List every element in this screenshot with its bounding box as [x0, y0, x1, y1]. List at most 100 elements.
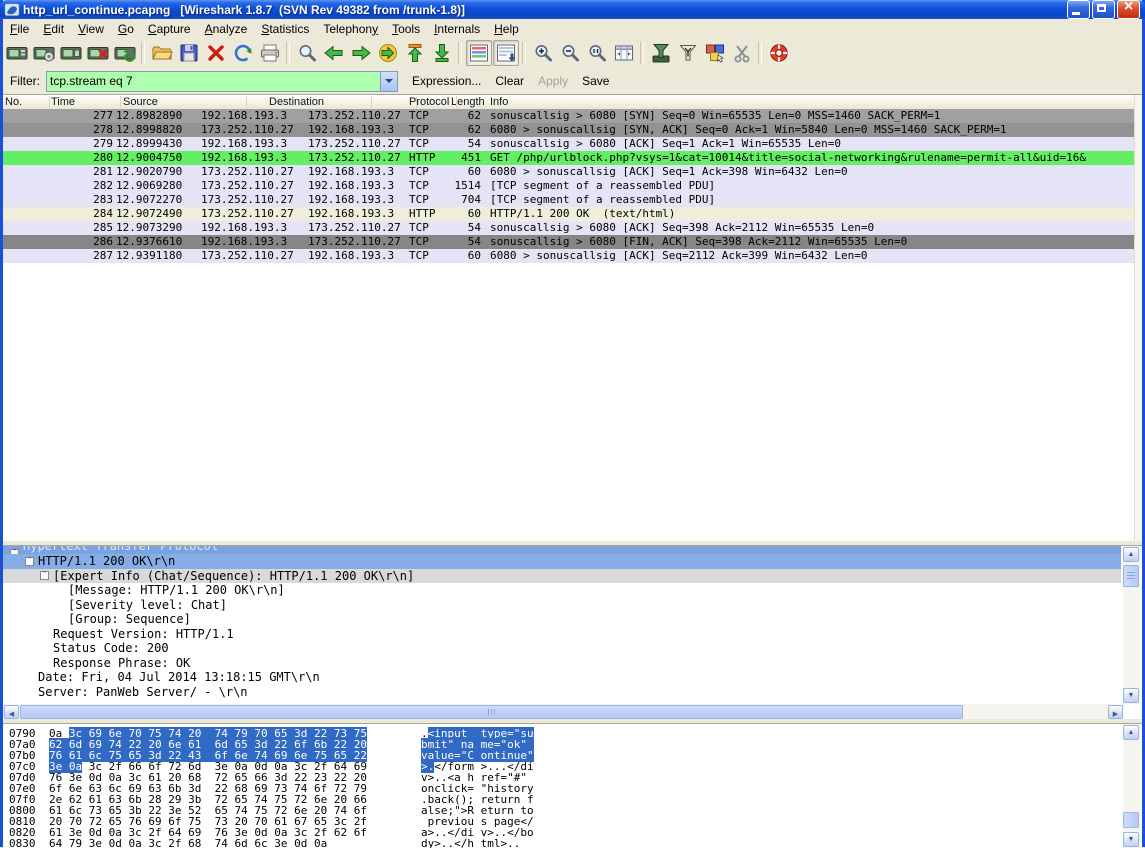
column-header-source[interactable]: Source	[123, 96, 158, 108]
column-header-no[interactable]: No.	[5, 96, 22, 108]
detail-row[interactable]: Response Phrase: OK	[3, 656, 1121, 671]
print-button[interactable]	[257, 40, 283, 66]
capture-options-button[interactable]	[31, 40, 57, 66]
go-back-button[interactable]	[321, 40, 347, 66]
scroll-down-arrow-icon[interactable]	[1123, 688, 1139, 703]
scroll-left-arrow-icon[interactable]	[4, 705, 19, 719]
zoom-in-button[interactable]	[530, 40, 556, 66]
details-horizontal-scrollbar[interactable]	[3, 704, 1124, 720]
filter-label[interactable]: Filter:	[10, 74, 40, 88]
scroll-right-arrow-icon[interactable]	[1108, 705, 1123, 719]
menu-edit[interactable]: Edit	[36, 20, 71, 38]
filter-input[interactable]	[47, 72, 380, 91]
details-vscroll-thumb[interactable]	[1123, 565, 1139, 587]
go-forward-button[interactable]	[348, 40, 374, 66]
packet-row-281[interactable]: 28112.9020790173.252.110.27192.168.193.3…	[3, 165, 1139, 179]
menu-go[interactable]: Go	[111, 20, 141, 38]
detail-row[interactable]: Server: PanWeb Server/ - \r\n	[3, 685, 1121, 700]
reload-button[interactable]	[230, 40, 256, 66]
capture-filters-button[interactable]	[648, 40, 674, 66]
cell-src: 173.252.110.27	[201, 165, 294, 179]
filter-dropdown-arrow-icon[interactable]	[380, 72, 397, 91]
capture-start-button[interactable]	[58, 40, 84, 66]
hex-scroll-up-arrow-icon[interactable]	[1123, 725, 1139, 740]
column-separator[interactable]	[49, 96, 50, 108]
detail-row[interactable]: [Group: Sequence]	[3, 612, 1121, 627]
close-button[interactable]	[1117, 0, 1140, 19]
column-separator[interactable]	[120, 96, 121, 108]
resize-columns-button[interactable]	[611, 40, 637, 66]
menu-view[interactable]: View	[71, 20, 111, 38]
menu-help[interactable]: Help	[487, 20, 526, 38]
packet-row-280[interactable]: 28012.9004750192.168.193.3173.252.110.27…	[3, 151, 1139, 165]
packet-details-pane: Hypertext Transfer ProtocolHTTP/1.1 200 …	[3, 545, 1142, 720]
filter-save-button[interactable]: Save	[582, 74, 609, 88]
hex-vertical-scrollbar[interactable]	[1123, 724, 1140, 848]
details-vertical-scrollbar[interactable]	[1123, 546, 1140, 704]
packet-row-285[interactable]: 28512.9073290192.168.193.3173.252.110.27…	[3, 221, 1139, 235]
menu-tools[interactable]: Tools	[385, 20, 427, 38]
detail-row[interactable]: [Expert Info (Chat/Sequence): HTTP/1.1 2…	[3, 569, 1121, 584]
go-to-bottom-button[interactable]	[429, 40, 455, 66]
titlebar[interactable]: http_url_continue.pcapng [Wireshark 1.8.…	[0, 0, 1145, 19]
menu-capture[interactable]: Capture	[141, 20, 198, 38]
file-save-button[interactable]	[176, 40, 202, 66]
capture-restart-button[interactable]	[112, 40, 138, 66]
column-separator[interactable]	[246, 96, 247, 108]
file-close-button[interactable]	[203, 40, 229, 66]
detail-row[interactable]: [Message: HTTP/1.1 200 OK\r\n]	[3, 583, 1121, 598]
packet-row-287[interactable]: 28712.9391180173.252.110.27192.168.193.3…	[3, 249, 1139, 263]
hex-vscroll-thumb[interactable]	[1123, 812, 1139, 828]
filter-expression-button[interactable]: Expression...	[412, 74, 481, 88]
column-header-time[interactable]: Time	[51, 96, 75, 108]
packet-row-286[interactable]: 28612.9376610192.168.193.3173.252.110.27…	[3, 235, 1139, 249]
zoom-100-button[interactable]	[584, 40, 610, 66]
packet-row-279[interactable]: 27912.8999430192.168.193.3173.252.110.27…	[3, 137, 1139, 151]
cell-info: sonuscallsig > 6080 [ACK] Seq=1 Ack=1 Wi…	[490, 137, 1137, 151]
packet-row-278[interactable]: 27812.8998820173.252.110.27192.168.193.3…	[3, 123, 1139, 137]
preferences-button[interactable]	[729, 40, 755, 66]
zoom-out-button[interactable]	[557, 40, 583, 66]
hex-scroll-down-arrow-icon[interactable]	[1123, 832, 1139, 847]
column-separator[interactable]	[416, 96, 417, 108]
packet-row-284[interactable]: 28412.9072490173.252.110.27192.168.193.3…	[3, 207, 1139, 221]
menu-internals[interactable]: Internals	[427, 20, 487, 38]
packet-list-scroll-track[interactable]	[1134, 95, 1142, 542]
maximize-button[interactable]	[1092, 0, 1115, 19]
file-open-button[interactable]	[149, 40, 175, 66]
help-button[interactable]	[766, 40, 792, 66]
capture-interfaces-button[interactable]	[4, 40, 30, 66]
column-separator[interactable]	[371, 96, 372, 108]
detail-row[interactable]: Date: Fri, 04 Jul 2014 13:18:15 GMT\r\n	[3, 670, 1121, 685]
packet-row-282[interactable]: 28212.9069280173.252.110.27192.168.193.3…	[3, 179, 1139, 193]
go-to-top-button[interactable]	[402, 40, 428, 66]
menu-statistics[interactable]: Statistics	[254, 20, 316, 38]
go-to-packet-button[interactable]	[375, 40, 401, 66]
resizecols-icon	[613, 42, 635, 64]
details-hscroll-thumb[interactable]	[20, 705, 963, 719]
column-header-destination[interactable]: Destination	[269, 96, 324, 108]
detail-row[interactable]: Hypertext Transfer Protocol	[3, 546, 1121, 554]
detail-row[interactable]: [Severity level: Chat]	[3, 598, 1121, 613]
detail-row[interactable]: Request Version: HTTP/1.1	[3, 627, 1121, 642]
packet-row-283[interactable]: 28312.9072270173.252.110.27192.168.193.3…	[3, 193, 1139, 207]
menu-analyze[interactable]: Analyze	[198, 20, 255, 38]
coloring-rules-button[interactable]	[702, 40, 728, 66]
colorize-toggle-button[interactable]	[466, 40, 492, 66]
collapse-expander-icon[interactable]	[40, 571, 49, 580]
autoscroll-toggle-button[interactable]	[493, 40, 519, 66]
find-packet-button[interactable]	[294, 40, 320, 66]
filter-clear-button[interactable]: Clear	[495, 74, 524, 88]
minimize-button[interactable]	[1067, 0, 1090, 19]
menu-file[interactable]: File	[3, 20, 36, 38]
scroll-up-arrow-icon[interactable]	[1123, 547, 1139, 562]
menu-telephony[interactable]: Telephony	[316, 20, 385, 38]
column-header-info[interactable]: Info	[490, 96, 508, 108]
column-separator[interactable]	[456, 96, 457, 108]
collapse-expander-icon[interactable]	[25, 557, 34, 566]
display-filters-button[interactable]	[675, 40, 701, 66]
detail-row[interactable]: Status Code: 200	[3, 641, 1121, 656]
capture-stop-button[interactable]	[85, 40, 111, 66]
detail-row[interactable]: HTTP/1.1 200 OK\r\n	[3, 554, 1121, 569]
packet-row-277[interactable]: 27712.8982890192.168.193.3173.252.110.27…	[3, 109, 1139, 123]
